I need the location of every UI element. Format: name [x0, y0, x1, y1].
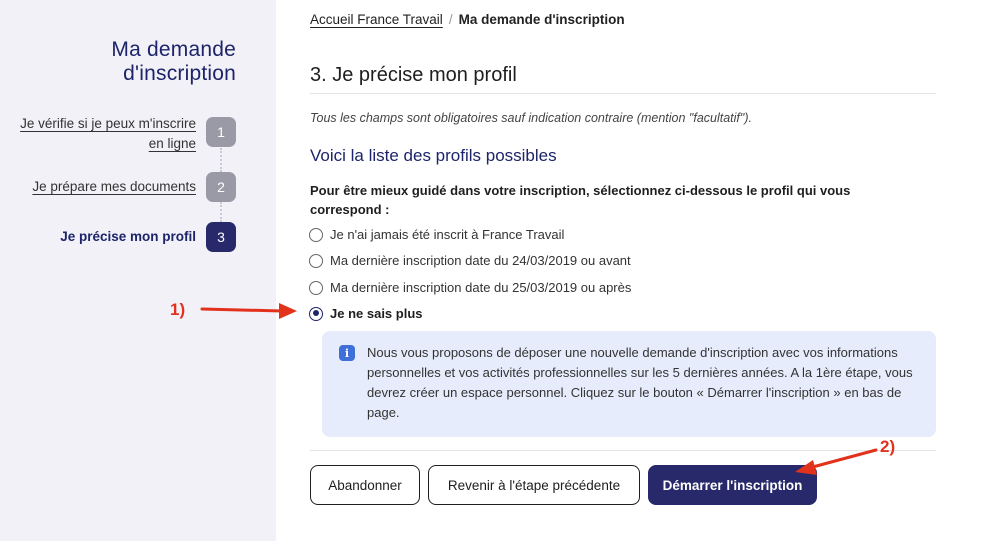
- sidebar-title-line2: d'inscription: [123, 62, 236, 85]
- divider: [310, 93, 936, 94]
- info-callout: i Nous vous proposons de déposer une nou…: [322, 331, 936, 437]
- step-3-number-badge: 3: [206, 222, 236, 252]
- radio-button-checked[interactable]: [309, 306, 323, 321]
- info-icon: i: [339, 345, 355, 361]
- sidebar-step-3-label: Je précise mon profil: [60, 229, 196, 244]
- sidebar-step-2-label[interactable]: Je prépare mes documents: [32, 177, 196, 197]
- profile-question: Pour être mieux guidé dans votre inscrip…: [310, 183, 851, 217]
- profile-option-label[interactable]: Ma dernière inscription date du 25/03/20…: [330, 280, 631, 295]
- abandon-button[interactable]: Abandonner: [310, 465, 420, 505]
- profile-option-after-2019[interactable]: Ma dernière inscription date du 25/03/20…: [309, 280, 631, 295]
- step-2-number-badge: 2: [206, 172, 236, 202]
- breadcrumb-separator: /: [448, 12, 453, 27]
- previous-step-button[interactable]: Revenir à l'étape précédente: [428, 465, 640, 505]
- profiles-subtitle: Voici la liste des profils possibles: [310, 146, 557, 165]
- profile-option-label[interactable]: Ma dernière inscription date du 24/03/20…: [330, 253, 631, 268]
- required-fields-note: Tous les champs sont obligatoires sauf i…: [310, 111, 752, 125]
- breadcrumb-home-link[interactable]: Accueil France Travail: [310, 12, 443, 27]
- profile-option-label[interactable]: Je ne sais plus: [330, 306, 423, 321]
- step-1-number-badge: 1: [206, 117, 236, 147]
- radio-button[interactable]: [309, 253, 323, 268]
- annotation-label-1: 1): [170, 300, 186, 319]
- sidebar-title-line1: Ma demande: [111, 38, 236, 61]
- sidebar-step-1-label-line1: Je vérifie si je peux m'inscrire: [20, 116, 196, 131]
- sidebar-step-1-label-line2: en ligne: [148, 136, 196, 151]
- sidebar-step-1[interactable]: Je vérifie si je peux m'inscrire en lign…: [0, 114, 236, 154]
- profile-option-label[interactable]: Je n'ai jamais été inscrit à France Trav…: [330, 227, 564, 242]
- step-connector: [220, 202, 222, 222]
- profile-option-never-registered[interactable]: Je n'ai jamais été inscrit à France Trav…: [309, 227, 564, 242]
- radio-button[interactable]: [309, 227, 323, 242]
- annotation-label-2: 2): [880, 437, 896, 456]
- sidebar-step-3: Je précise mon profil 3: [0, 222, 236, 252]
- profile-option-dont-know[interactable]: Je ne sais plus: [309, 306, 423, 321]
- profile-option-before-2019[interactable]: Ma dernière inscription date du 24/03/20…: [309, 253, 631, 268]
- info-text: Nous vous proposons de déposer une nouve…: [367, 345, 913, 420]
- sidebar-step-1-label[interactable]: Je vérifie si je peux m'inscrire en lign…: [20, 114, 196, 154]
- sidebar-title: Ma demande d'inscription: [111, 38, 236, 86]
- divider: [310, 450, 936, 451]
- sidebar-step-2[interactable]: Je prépare mes documents 2: [0, 172, 236, 202]
- sidebar: Ma demande d'inscription Je vérifie si j…: [0, 0, 276, 541]
- breadcrumb-current: Ma demande d'inscription: [458, 12, 625, 27]
- section-title: 3. Je précise mon profil: [310, 64, 517, 86]
- radio-button[interactable]: [309, 280, 323, 295]
- start-registration-button[interactable]: Démarrer l'inscription: [648, 465, 817, 505]
- breadcrumb: Accueil France Travail / Ma demande d'in…: [310, 12, 625, 27]
